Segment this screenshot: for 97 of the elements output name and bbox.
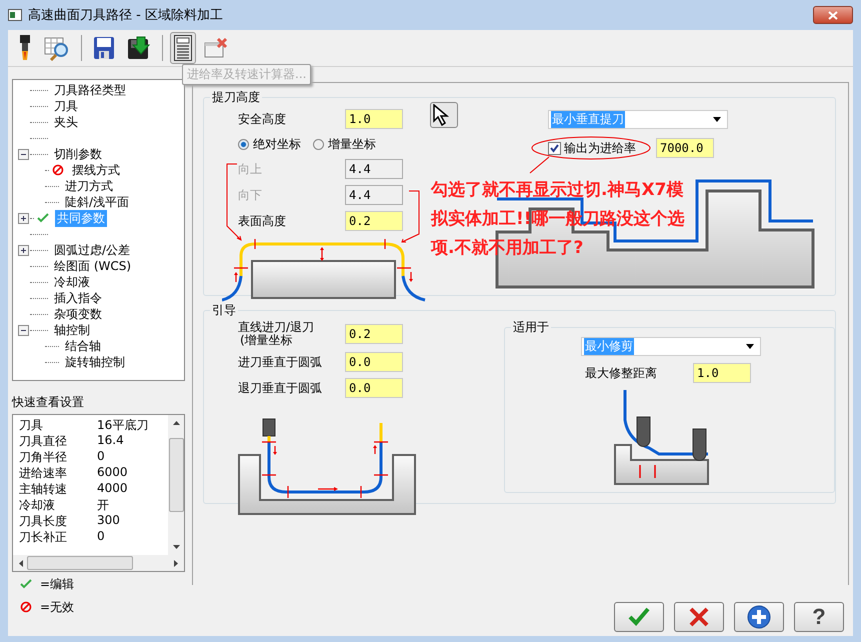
scrollbar-thumb[interactable]	[168, 438, 184, 512]
dropdown-value: 最小垂直提刀	[551, 111, 625, 128]
input-field[interactable]: 0.2	[345, 211, 403, 231]
tree-item[interactable]: 摆线方式	[70, 162, 122, 178]
cutting-tool-icon	[18, 35, 32, 61]
input-field[interactable]: 1.0	[693, 363, 751, 383]
close-icon	[689, 607, 709, 627]
plus-icon	[19, 214, 28, 222]
select-button[interactable]	[430, 102, 458, 128]
field-label: 安全高度	[238, 110, 287, 128]
tree-item[interactable]: 插入指令	[52, 290, 104, 306]
input-field[interactable]: 7000.0	[656, 138, 714, 158]
scroll-up-icon[interactable]	[172, 421, 180, 425]
ok-button[interactable]	[614, 602, 664, 632]
checkmark-icon	[550, 144, 559, 152]
tree-item[interactable]: 旋转轴控制	[63, 354, 127, 370]
expand-toggle[interactable]	[18, 212, 29, 224]
table-magnifier-icon	[44, 35, 70, 61]
plus-icon	[747, 605, 771, 629]
input-field[interactable]: 0.0	[345, 378, 403, 398]
field-label: 直线进刀/退刀	[238, 321, 316, 334]
plus-icon	[19, 246, 28, 254]
tree-item[interactable]: 切削参数	[52, 146, 104, 162]
tree-item[interactable]: 轴控制	[52, 322, 92, 338]
window-x-icon	[204, 38, 228, 58]
input-field[interactable]: 0.2	[345, 324, 403, 344]
tree-item[interactable]: 陡斜/浅平面	[63, 194, 132, 210]
setting-value: 0	[97, 449, 105, 465]
calculator-button[interactable]	[170, 32, 196, 64]
expand-toggle[interactable]	[18, 244, 29, 256]
setting-value: 16平底刀	[97, 417, 148, 433]
setting-name: 主轴转速	[19, 481, 68, 497]
field-label: 退刀垂直于圆弧	[238, 380, 323, 396]
tree-item[interactable]: 冷却液	[52, 274, 92, 290]
section-title: 快速查看设置	[12, 394, 85, 411]
window-title: 高速曲面刀具路径 - 区域除料加工	[28, 7, 223, 24]
no-entry-icon	[20, 601, 32, 613]
input-field[interactable]: 0.0	[345, 352, 403, 372]
field-label: 最大修整距离	[585, 364, 658, 382]
add-button[interactable]	[734, 602, 784, 632]
window-app-icon	[8, 9, 22, 21]
tree-item[interactable]: 圆弧过虑/公差	[52, 242, 132, 258]
legend-label: =无效	[40, 598, 74, 616]
tooltip: 进给率及转速计算器...	[182, 64, 312, 85]
field-label: 向上	[238, 160, 263, 178]
scroll-left-icon[interactable]	[19, 560, 23, 566]
calculator-icon	[174, 35, 192, 61]
setting-name: 冷却液	[19, 497, 56, 513]
checkbox[interactable]: 输出为进给率	[548, 140, 636, 156]
expand-toggle[interactable]	[18, 148, 29, 160]
caret-icon	[713, 117, 721, 122]
horizontal-scrollbar[interactable]	[13, 555, 184, 571]
legend-label: =编辑	[40, 576, 74, 592]
group-title: 引导	[211, 302, 237, 319]
check-icon	[628, 607, 650, 627]
tree-item[interactable]: 夹头	[52, 114, 80, 130]
field-label: 表面高度	[238, 212, 287, 230]
caret-icon	[746, 344, 754, 349]
tree-item[interactable]: 进刀方式	[63, 178, 115, 194]
setting-name: 刀长补正	[19, 529, 68, 545]
setting-value: 300	[97, 513, 120, 529]
tree-item[interactable]: 刀具	[52, 98, 80, 114]
cancel-button[interactable]	[674, 602, 724, 632]
field-label: (增量坐标	[239, 334, 294, 347]
radio-option[interactable]: 增量坐标	[313, 136, 376, 152]
tree-item[interactable]: 刀具路径类型	[52, 82, 128, 98]
expand-toggle[interactable]	[18, 324, 29, 336]
setting-name: 刀具	[19, 417, 44, 433]
setting-value: 16.4	[97, 433, 124, 449]
scroll-down-icon[interactable]	[172, 545, 180, 549]
tree-item[interactable]: 杂项变数	[52, 306, 104, 322]
setting-name: 刀角半径	[19, 449, 68, 465]
close-button[interactable]	[813, 6, 853, 24]
field-label: 向下	[238, 186, 263, 204]
scrollbar-thumb[interactable]	[27, 556, 133, 570]
tree-item[interactable]: 绘图面 (WCS)	[52, 258, 134, 274]
leader-line	[401, 190, 420, 242]
setting-value: 0	[97, 529, 105, 545]
setting-name: 进给速率	[19, 465, 68, 481]
input-field[interactable]: 1.0	[345, 109, 403, 129]
dropdown-value: 最小修剪	[584, 338, 634, 355]
group-title: 适用于	[512, 319, 550, 336]
field-label: 进刀垂直于圆弧	[238, 354, 323, 370]
vertical-scrollbar[interactable]	[168, 415, 184, 555]
leader-line	[530, 156, 550, 174]
help-button[interactable]: ?	[794, 602, 844, 632]
setting-name: 刀具长度	[19, 513, 68, 529]
check-icon	[20, 579, 32, 589]
setting-value: 开	[97, 497, 109, 513]
group-title: 提刀高度	[211, 89, 261, 106]
setting-name: 刀具直径	[19, 433, 68, 449]
setting-value: 6000	[97, 465, 128, 481]
scroll-right-icon[interactable]	[174, 560, 178, 566]
tree-item[interactable]: 结合轴	[63, 338, 103, 354]
radio-option[interactable]: 绝对坐标	[238, 136, 301, 152]
close-icon	[828, 10, 838, 20]
setting-value: 4000	[97, 481, 128, 497]
